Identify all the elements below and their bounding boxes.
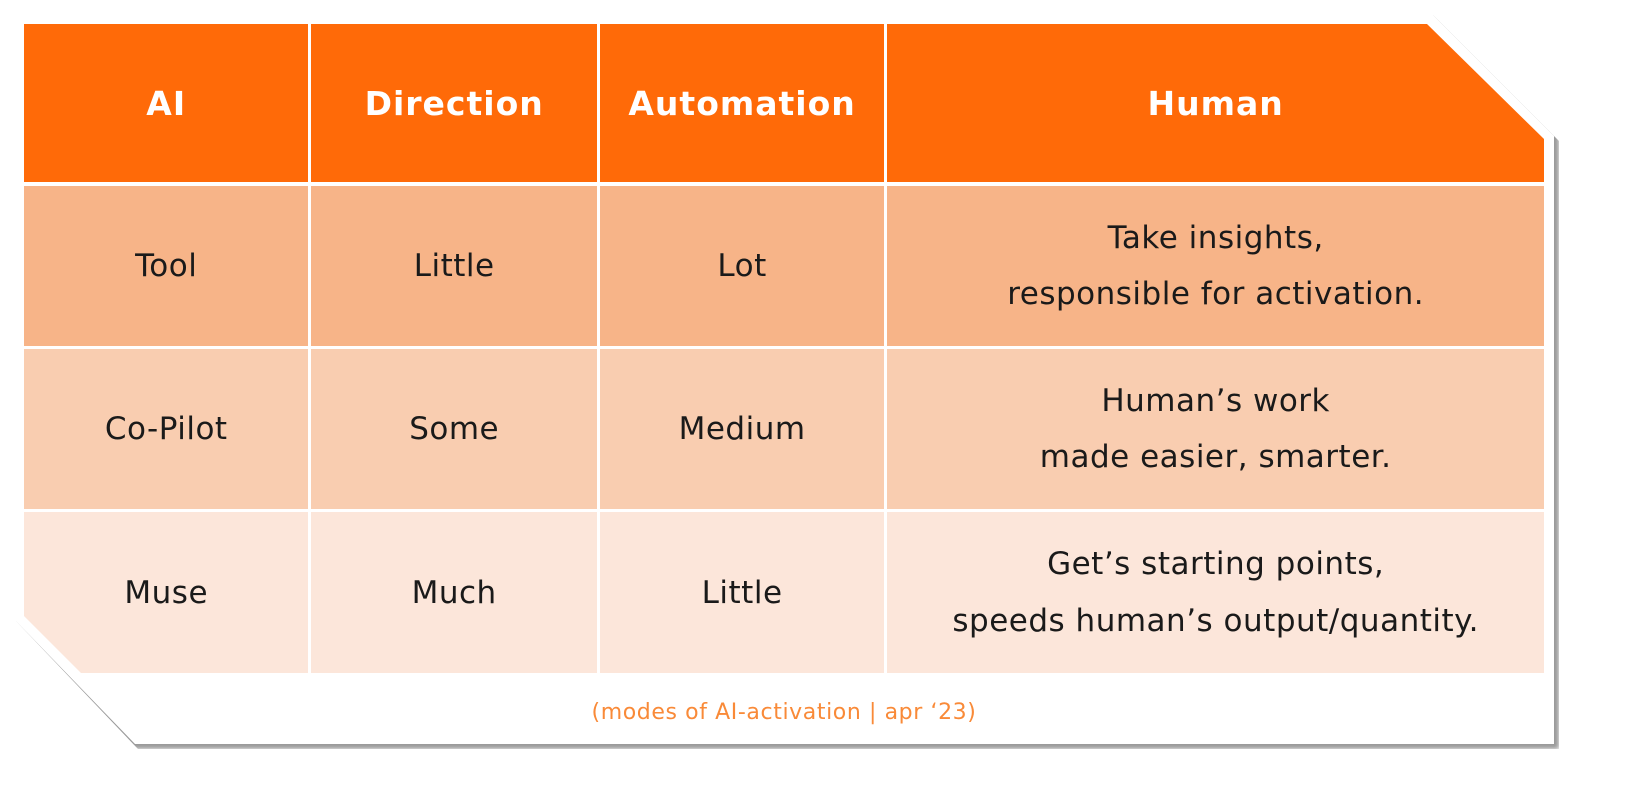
cell-human: Take insights, responsible for activatio… bbox=[887, 186, 1544, 346]
table-header-row: AI Direction Automation Human bbox=[24, 24, 1544, 182]
cell-ai: Co-Pilot bbox=[24, 349, 309, 509]
header-ai: AI bbox=[24, 24, 309, 182]
cell-human-line: speeds human’s output/quantity. bbox=[952, 602, 1479, 639]
cell-human: Human’s work made easier, smarter. bbox=[887, 349, 1544, 509]
caption: (modes of AI-activation | apr ‘23) bbox=[591, 700, 977, 725]
ai-modes-table: AI Direction Automation Human Tool Littl… bbox=[24, 24, 1544, 673]
cell-human-line: responsible for activation. bbox=[1007, 276, 1425, 312]
table-row: Co-Pilot Some Medium Human’s work made e… bbox=[24, 349, 1544, 509]
cell-ai: Tool bbox=[24, 186, 309, 346]
cell-direction: Some bbox=[311, 349, 597, 509]
header-human: Human bbox=[887, 24, 1544, 182]
cell-automation: Little bbox=[599, 512, 885, 673]
cell-automation: Lot bbox=[599, 186, 885, 346]
cell-human-line: made easier, smarter. bbox=[1039, 439, 1392, 475]
cell-human-line: Human’s work bbox=[1101, 382, 1330, 419]
cell-automation: Medium bbox=[599, 349, 885, 509]
cell-human-line: Get’s starting points, bbox=[1047, 546, 1385, 583]
header-direction: Direction bbox=[311, 24, 597, 182]
cell-direction: Much bbox=[311, 512, 597, 673]
table-row: Tool Little Lot Take insights, responsib… bbox=[24, 186, 1544, 346]
cell-direction: Little bbox=[311, 186, 597, 346]
cell-human-line: Take insights, bbox=[1107, 219, 1324, 256]
header-automation: Automation bbox=[599, 24, 885, 182]
table-row: Muse Much Little Get’s starting points, … bbox=[24, 512, 1544, 673]
cell-ai: Muse bbox=[24, 512, 309, 673]
cell-human: Get’s starting points, speeds human’s ou… bbox=[887, 512, 1544, 673]
